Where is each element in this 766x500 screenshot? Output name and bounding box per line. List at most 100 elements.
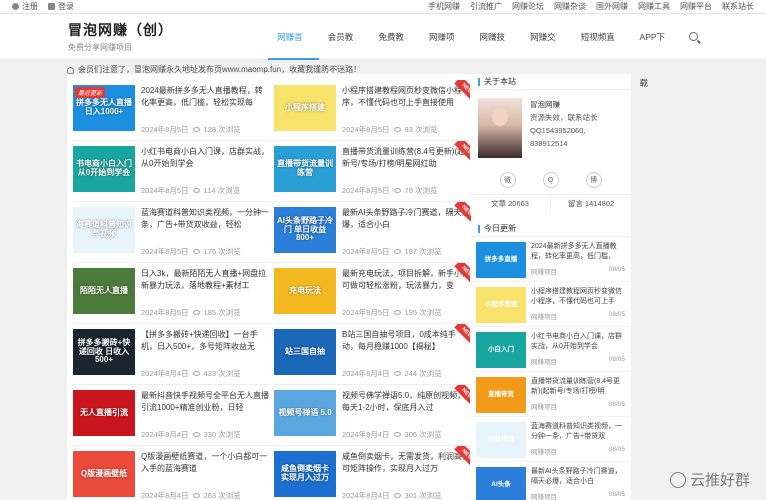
- about-name: 冒泡网赚: [530, 100, 560, 109]
- nav-item[interactable]: 免费教程: [369, 14, 420, 88]
- recent-title[interactable]: 最新AI头条野路子冷门赛道，隔天必爆，适合小白: [531, 467, 625, 487]
- post-card[interactable]: Q版漫画壁纸 Q版漫画壁纸赛道，一个小白都可一入手的蓝海赛道 2024年8月4日…: [73, 446, 270, 500]
- nav-item[interactable]: 网赚交流: [521, 14, 572, 88]
- recent-item[interactable]: 小程序搭建 小程序搭建教程网页秒变微信小程序，不懂代码也可上手 网赚项目 08/0…: [470, 282, 631, 327]
- post-card[interactable]: 陌陌无人直播 日入3k，最新陌陌无人直播+网盘拉新暴力玩法，落地教程+素材工 2…: [73, 263, 270, 324]
- top-link[interactable]: 国外网赚: [596, 1, 628, 12]
- post-card[interactable]: 无人直播引流 最新抖音快手视频号全平台无人直播引流1000+精准创业粉，日轻 2…: [73, 385, 270, 446]
- post-info: 最新充电玩法，项目拆解，新手小白可做可轻松涨粉，玩法暴力，变 2024年8月5日…: [342, 268, 471, 318]
- post-card[interactable]: 咸鱼倒卖烟卡 实现月入过万 咸鱼倒卖烟卡，无需发货，利润高，可矩阵操作，实现月入…: [274, 446, 471, 500]
- weibo-icon[interactable]: 博: [585, 172, 602, 188]
- recent-thumbnail[interactable]: 小程序搭建: [476, 287, 526, 323]
- post-thumbnail[interactable]: 陌陌无人直播: [73, 268, 135, 314]
- qq-icon[interactable]: Q: [542, 172, 559, 188]
- post-meta: 2024年8月4日 306 次浏览: [342, 429, 471, 440]
- recent-title[interactable]: 小程序搭建教程网页秒变微信小程序，不懂代码也可上手: [531, 287, 625, 307]
- nav-item[interactable]: 网赚技术: [471, 14, 522, 88]
- post-title[interactable]: 【拼多多搬砖+快递回收】一台手机，日入500+，多号矩阵收益无: [141, 329, 270, 353]
- recent-item[interactable]: AI头条 最新AI头条野路子冷门赛道，隔天必爆，适合小白 网赚项目 08/05: [470, 462, 631, 500]
- thumbnail-text: 视频号禅语 5.0: [278, 407, 332, 417]
- post-date: 2024年8月5日: [141, 247, 189, 256]
- post-thumbnail[interactable]: 咸鱼倒卖烟卡 实现月入过万: [274, 451, 336, 497]
- post-date: 2024年8月5日: [342, 125, 390, 134]
- eye-icon: [192, 493, 200, 498]
- recent-thumbnail[interactable]: 拼多多直播: [476, 242, 526, 278]
- post-thumbnail[interactable]: 站三国自抽: [274, 329, 336, 375]
- recent-thumbnail[interactable]: AI头条: [476, 467, 526, 500]
- post-title[interactable]: 最新充电玩法，项目拆解，新手小白可做可轻松涨粉，玩法暴力，变: [342, 268, 471, 292]
- post-thumbnail[interactable]: Q版漫画壁纸: [73, 451, 135, 497]
- post-title[interactable]: 小红书电商小白入门课，店群实战，从0开始到学会: [141, 146, 270, 170]
- post-thumbnail[interactable]: 小程序搭建: [274, 85, 336, 131]
- post-card[interactable]: 书电商小白入门 从0开始到学会 小红书电商小白入门课，店群实战，从0开始到学会 …: [73, 141, 270, 202]
- post-info: 视频号佛学禅语5.0，纯原创视频，每天1-2小时，保底月入过 2024年8月4日…: [342, 390, 471, 440]
- top-link[interactable]: 手机网赚: [428, 1, 460, 12]
- post-thumbnail[interactable]: 无人直播引流: [73, 390, 135, 436]
- wechat-icon[interactable]: 微: [499, 172, 516, 188]
- site-logo[interactable]: 冒泡网赚（创） 免费分享网赚项目: [68, 20, 243, 53]
- nav-item-home[interactable]: 网赚首页: [268, 14, 319, 88]
- recent-title[interactable]: 蓝海赛道科普知识类视频，一分钟一条，广告+带货双: [531, 422, 625, 442]
- top-link[interactable]: 网赚杂谈: [554, 1, 586, 12]
- top-link[interactable]: 引流推广: [470, 1, 502, 12]
- register-link[interactable]: 注册: [12, 1, 38, 12]
- recent-title[interactable]: 小红书电商小白入门课，店群实战，从0开始到学会: [531, 332, 625, 352]
- top-link[interactable]: 网赚论坛: [512, 1, 544, 12]
- recent-item[interactable]: 小白入门 小红书电商小白入门课，店群实战，从0开始到学会 网赚项目 08/05: [470, 327, 631, 372]
- recent-thumbnail[interactable]: 直播带货: [476, 377, 526, 413]
- nav-item[interactable]: APP下载: [631, 14, 682, 88]
- post-info: 【拼多多搬砖+快递回收】一台手机，日入500+，多号矩阵收益无 2024年8月4…: [141, 329, 270, 379]
- top-link[interactable]: 联系站长: [722, 1, 754, 12]
- post-title[interactable]: B站三国自抽号项目，0成本纯手动，每月稳赚1000【揭秘】: [342, 329, 471, 353]
- widget-heading: 今日更新: [470, 221, 631, 237]
- post-thumbnail[interactable]: 拼多多无人直播 日入1000+ 最近更新: [73, 85, 135, 131]
- post-thumbnail[interactable]: 充电玩法: [274, 268, 336, 314]
- post-title[interactable]: 最新AI头条野路子冷门赛道，隔天必爆，适合小白: [342, 207, 471, 231]
- recent-info: 小程序搭建教程网页秒变微信小程序，不懂代码也可上手 网赚项目 08/05: [531, 287, 625, 321]
- post-title[interactable]: 直播带货流量训练营(8.4号更新)(起新号/专场/打榜/明星网红助: [342, 146, 471, 170]
- post-thumbnail[interactable]: 书电商小白入门 从0开始到学会: [73, 146, 135, 192]
- post-title[interactable]: 最新抖音快手视频号全平台无人直播引流1000+精准创业粉，日轻: [141, 390, 270, 414]
- post-card[interactable]: AI头条野路子冷门 单日收益800+ 最新AI头条野路子冷门赛道，隔天必爆，适合…: [274, 202, 471, 263]
- nav-item[interactable]: 网赚项目: [420, 14, 471, 88]
- recent-thumbnail[interactable]: 科普知识: [476, 422, 526, 458]
- post-meta: 2024年8月5日 195 次浏览: [342, 307, 471, 318]
- post-card[interactable]: 小程序搭建 小程序搭建教程网页秒变微信小程序，不懂代码也可上手直接使用 2024…: [274, 80, 471, 141]
- post-title[interactable]: 小程序搭建教程网页秒变微信小程序，不懂代码也可上手直接使用: [342, 85, 471, 109]
- recent-meta: 网赚项目 08/05: [531, 491, 625, 500]
- nav-item[interactable]: 会员教程: [319, 14, 370, 88]
- post-card[interactable]: 海赛道科普知识类视频 蓝海赛道科普知识类视频，一分钟一条，广告+带货双收益，轻松…: [73, 202, 270, 263]
- post-thumbnail[interactable]: 拼多多搬砖+快递回收 日收入500+: [73, 329, 135, 375]
- post-card[interactable]: 拼多多无人直播 日入1000+ 最近更新 2024最新拼多多无人直播教程，转化率…: [73, 80, 270, 141]
- login-link[interactable]: 登录: [48, 1, 74, 12]
- post-card[interactable]: 站三国自抽 B站三国自抽号项目，0成本纯手动，每月稳赚1000【揭秘】 2024…: [274, 324, 471, 385]
- thumbnail-text: 海赛道科普知识类视频: [76, 220, 132, 238]
- post-title[interactable]: 视频号佛学禅语5.0，纯原创视频，每天1-2小时，保底月入过: [342, 390, 471, 414]
- post-title[interactable]: 2024最新拼多多无人直播教程，转化率更高，低门槛，轻松实现每: [141, 85, 270, 109]
- watermark: 云推好群: [669, 469, 750, 490]
- recent-item[interactable]: 直播带货 直播带货流量训练营(8.4号更新)(起新号/专场/打榜/明 网赚项目 0…: [470, 372, 631, 417]
- eye-icon: [393, 188, 401, 193]
- post-card[interactable]: 直播带货流量训练营 直播带货流量训练营(8.4号更新)(起新号/专场/打榜/明星…: [274, 141, 471, 202]
- top-link[interactable]: 网赚工具: [638, 1, 670, 12]
- post-title[interactable]: Q版漫画壁纸赛道，一个小白都可一入手的蓝海赛道: [141, 451, 270, 475]
- search-icon[interactable]: [689, 32, 698, 41]
- recent-item[interactable]: 科普知识 蓝海赛道科普知识类视频，一分钟一条，广告+带货双 网赚项目 08/05: [470, 417, 631, 462]
- recent-item[interactable]: 拼多多直播 2024最新拼多多无人直播教程，转化率更高，低门槛， 网赚项目 08/…: [470, 237, 631, 282]
- recent-title[interactable]: 直播带货流量训练营(8.4号更新)(起新号/专场/打榜/明: [531, 377, 625, 397]
- recent-title[interactable]: 2024最新拼多多无人直播教程，转化率更高，低门槛，: [531, 242, 625, 262]
- post-thumbnail[interactable]: AI头条野路子冷门 单日收益800+: [274, 207, 336, 253]
- nav-item[interactable]: 短视频直播: [572, 14, 631, 88]
- post-card[interactable]: 拼多多搬砖+快递回收 日收入500+ 【拼多多搬砖+快递回收】一台手机，日入50…: [73, 324, 270, 385]
- about-widget: 关于本站 冒泡网赚 资源失效，联系站长 QQ1543952060, 838912…: [470, 74, 631, 213]
- post-title[interactable]: 咸鱼倒卖烟卡，无需发货，利润高，可矩阵操作，实现月入过万: [342, 451, 471, 475]
- post-title[interactable]: 日入3k，最新陌陌无人直播+网盘拉新暴力玩法，落地教程+素材工: [141, 268, 270, 292]
- top-link[interactable]: 网赚平台: [680, 1, 712, 12]
- post-card[interactable]: 视频号禅语 5.0 视频号佛学禅语5.0，纯原创视频，每天1-2小时，保底月入过…: [274, 385, 471, 446]
- post-card[interactable]: 充电玩法 最新充电玩法，项目拆解，新手小白可做可轻松涨粉，玩法暴力，变 2024…: [274, 263, 471, 324]
- post-title[interactable]: 蓝海赛道科普知识类视频，一分钟一条，广告+带货双收益，轻松: [141, 207, 270, 231]
- post-thumbnail[interactable]: 直播带货流量训练营: [274, 146, 336, 192]
- post-thumbnail[interactable]: 海赛道科普知识类视频: [73, 207, 135, 253]
- post-thumbnail[interactable]: 视频号禅语 5.0: [274, 390, 336, 436]
- recent-thumbnail[interactable]: 小白入门: [476, 332, 526, 368]
